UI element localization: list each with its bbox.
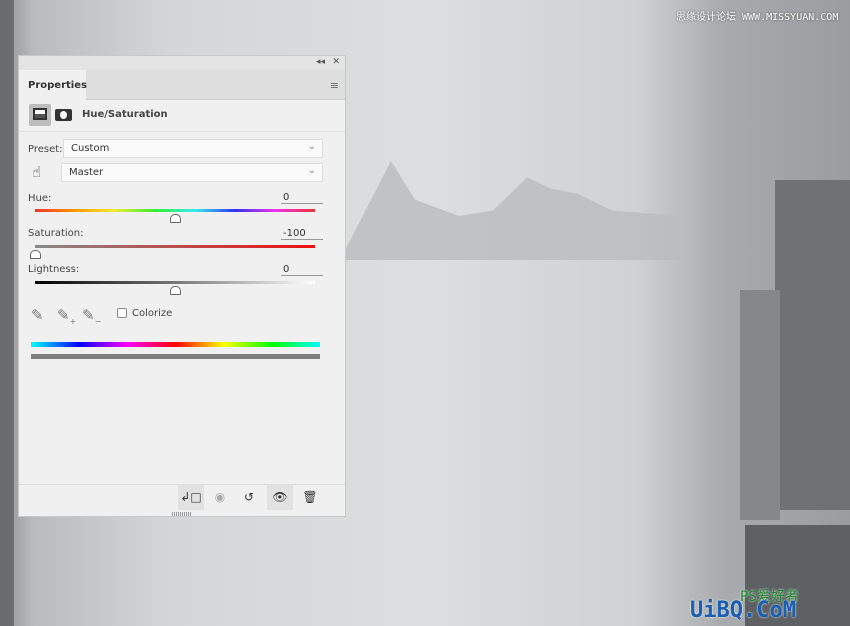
targeted-adjustment-hand-icon[interactable]: ☝ [32,163,41,181]
eyedropper-add-icon[interactable]: ✎+ [57,306,76,326]
resize-grip[interactable] [172,512,192,516]
background-mountains [340,161,680,260]
lightness-slider-thumb[interactable] [170,286,181,295]
hue-input[interactable]: 0 [281,192,323,204]
visibility-eye-icon[interactable]: 👁 [267,485,293,510]
mask-icon[interactable] [55,104,77,126]
channel-value: Master [69,167,104,178]
eyedropper-subtract-icon[interactable]: ✎− [82,306,101,326]
chevron-down-icon: ⌄ [307,165,316,176]
lightness-label: Lightness: [28,264,80,275]
reset-icon[interactable]: ↺ [236,485,262,510]
panel-footer: ↲□ ◉ ↺ 👁 🗑 [19,484,345,510]
panel-menu-icon[interactable]: ≡ [330,79,339,92]
saturation-slider-thumb[interactable] [30,250,41,259]
collapse-icon[interactable]: ◂◂ [316,57,325,67]
trash-icon[interactable]: 🗑 [297,485,323,510]
saturation-label: Saturation: [28,228,84,239]
preset-value: Custom [71,143,110,154]
preset-label: Preset: [28,144,63,155]
watermark-site: UiBQ.CoM [690,598,796,623]
background-building [775,180,850,510]
watermark-top: 思缘设计论坛 WWW.MISSYUAN.COM [676,12,839,23]
colorize-checkbox[interactable] [117,308,127,318]
lightness-slider-track[interactable] [35,281,315,284]
chevron-down-icon: ⌄ [307,141,316,152]
colorize-label[interactable]: Colorize [132,308,172,319]
eyedropper-icon[interactable]: ✎ [31,306,44,324]
tab-properties[interactable]: Properties [19,70,87,101]
panel-topbar: ◂◂ ✕ [19,56,345,70]
preset-select[interactable]: Custom ⌄ [63,139,323,158]
adjustment-title: Hue/Saturation [82,109,168,120]
background-building [740,290,780,520]
lightness-input[interactable]: 0 [281,264,323,276]
hue-slider-track[interactable] [35,209,315,212]
hue-slider-thumb[interactable] [170,214,181,223]
input-color-bar [31,342,320,347]
background-building [0,0,14,626]
properties-panel: ◂◂ ✕ Properties ≡ Hue/Saturation Preset:… [18,55,346,517]
adjustment-icon[interactable] [29,104,51,126]
saturation-slider-track[interactable] [35,245,315,248]
hue-label: Hue: [28,193,52,204]
view-previous-icon[interactable]: ◉ [207,485,233,510]
saturation-input[interactable]: -100 [281,228,323,240]
clip-to-layer-icon[interactable]: ↲□ [178,485,204,510]
channel-select[interactable]: Master ⌄ [61,163,323,182]
close-icon[interactable]: ✕ [332,57,340,67]
output-color-bar [31,354,320,359]
